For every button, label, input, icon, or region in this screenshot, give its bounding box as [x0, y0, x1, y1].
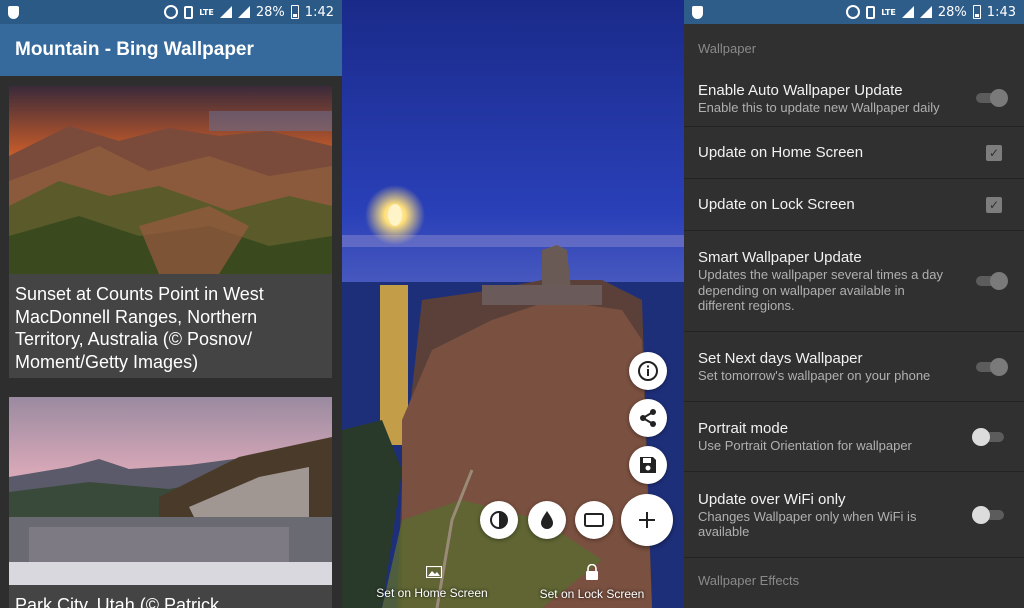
pref-lock-screen[interactable]: Update on Lock Screen ✓	[684, 179, 1024, 231]
app-title: Mountain - Bing Wallpaper	[0, 24, 342, 76]
info-icon	[638, 361, 658, 381]
pref-summary: Changes Wallpaper only when WiFi is avai…	[698, 508, 917, 540]
section-header-wallpaper: Wallpaper	[698, 40, 757, 56]
hotspot-icon	[846, 5, 861, 19]
pref-title: Smart Wallpaper Update	[698, 249, 862, 267]
vibrate-icon	[866, 5, 876, 19]
clock: 1:42	[304, 4, 334, 20]
hotspot-icon	[164, 5, 179, 19]
battery-percent: 28%	[937, 4, 967, 20]
drop-icon	[541, 511, 553, 529]
crop-button[interactable]	[575, 501, 613, 539]
pref-portrait-mode[interactable]: Portrait mode Use Portrait Orientation f…	[684, 402, 1024, 472]
pref-title: Update on Home Screen	[698, 144, 864, 161]
pref-title: Portrait mode	[698, 420, 789, 438]
portrait-mode-switch[interactable]	[972, 427, 1006, 446]
section-header-effects: Wallpaper Effects	[698, 572, 800, 588]
pref-title: Update on Lock Screen	[698, 196, 855, 213]
status-bar-settings: LTE 28% 1:43	[684, 0, 1024, 24]
info-button[interactable]	[629, 352, 667, 390]
signal-icon-2	[237, 6, 250, 18]
settings-screen: LTE 28% 1:43 Wallpaper Enable Auto Wallp…	[684, 0, 1024, 608]
screenshot-collage: LTE 28% 1:42 Mountain - Bing Wallpaper S…	[0, 0, 1024, 608]
plus-button[interactable]	[621, 494, 673, 546]
signal-icon-2	[919, 6, 932, 18]
save-icon	[640, 457, 656, 473]
pref-summary: Updates the wallpaper several times a da…	[698, 267, 943, 314]
home-screen-checkbox[interactable]: ✓	[986, 144, 1002, 161]
pref-home-screen[interactable]: Update on Home Screen ✓	[684, 127, 1024, 179]
pref-next-days[interactable]: Set Next days Wallpaper Set tomorrow's w…	[684, 332, 1024, 402]
wallpaper-caption: Sunset at Counts Point in West MacDonnel…	[15, 284, 264, 372]
wallpaper-preview-screen: Set on Home Screen Set on Lock Screen	[342, 0, 684, 608]
wifi-only-switch[interactable]	[972, 505, 1006, 524]
network-type: LTE	[199, 7, 214, 17]
battery-percent: 28%	[255, 4, 285, 20]
crop-icon	[584, 513, 604, 527]
pref-title: Enable Auto Wallpaper Update	[698, 81, 903, 99]
lock-screen-checkbox[interactable]: ✓	[986, 196, 1002, 213]
contrast-button[interactable]	[480, 501, 518, 539]
wallpaper-card-2[interactable]: Park City, Utah (© Patrick	[9, 397, 332, 608]
pref-title: Update over WiFi only	[698, 490, 846, 508]
wallpaper-caption-2: Park City, Utah (© Patrick	[15, 595, 219, 608]
set-home-screen-button[interactable]: Set on Home Screen	[362, 586, 502, 600]
shield-icon	[692, 5, 703, 19]
blur-button[interactable]	[528, 501, 566, 539]
save-button[interactable]	[629, 446, 667, 484]
signal-icon	[219, 6, 232, 18]
battery-icon	[290, 5, 299, 19]
pref-auto-update[interactable]: Enable Auto Wallpaper Update Enable this…	[684, 70, 1024, 127]
plus-icon	[639, 512, 655, 528]
pref-summary: Set tomorrow's wallpaper on your phone	[698, 368, 931, 384]
auto-update-switch[interactable]	[974, 89, 1008, 107]
set-lock-screen-button[interactable]: Set on Lock Screen	[532, 587, 652, 601]
wallpaper-thumbnail[interactable]	[9, 86, 332, 274]
smart-update-switch[interactable]	[974, 272, 1008, 290]
share-icon	[640, 409, 656, 427]
status-bar: LTE 28% 1:42	[0, 0, 342, 24]
pref-smart-update[interactable]: Smart Wallpaper Update Updates the wallp…	[684, 231, 1024, 332]
clock: 1:43	[986, 4, 1016, 20]
contrast-icon	[490, 511, 508, 529]
pref-summary: Use Portrait Orientation for wallpaper	[698, 438, 912, 454]
next-days-switch[interactable]	[974, 357, 1008, 376]
wallpaper-card[interactable]: Sunset at Counts Point in West MacDonnel…	[9, 86, 332, 378]
lock-icon	[586, 564, 598, 580]
share-button[interactable]	[629, 399, 667, 437]
pref-wifi-only[interactable]: Update over WiFi only Changes Wallpaper …	[684, 472, 1024, 558]
shield-icon	[8, 5, 19, 19]
wallpaper-thumbnail-2[interactable]	[9, 397, 332, 585]
pref-summary: Enable this to update new Wallpaper dail…	[698, 99, 940, 115]
image-icon	[426, 566, 442, 578]
wallpaper-list-screen: LTE 28% 1:42 Mountain - Bing Wallpaper S…	[0, 0, 342, 608]
battery-icon	[972, 5, 981, 19]
pref-title: Set Next days Wallpaper	[698, 350, 863, 368]
signal-icon	[901, 6, 914, 18]
network-type: LTE	[881, 7, 896, 17]
vibrate-icon	[184, 5, 194, 19]
